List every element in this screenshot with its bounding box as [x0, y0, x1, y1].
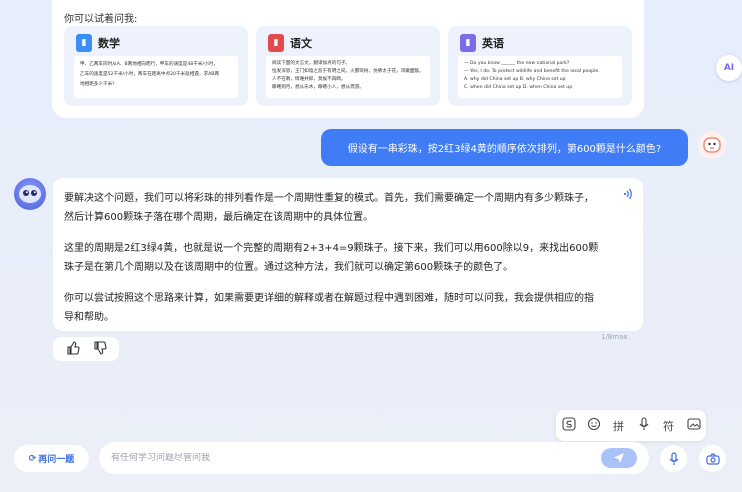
- bot-paragraph: 你可以尝试按照这个思路来计算，如果需要更详细的解释或者在解题过程中遇到困难，随时…: [64, 293, 594, 323]
- speaker-waves-icon: [623, 188, 632, 200]
- suggestion-line: 睁睹到月，想从乐木，睁睹小人，想从周游。: [272, 85, 364, 90]
- subject-name: 语文: [290, 37, 312, 50]
- english-book-icon: ▮: [460, 34, 476, 52]
- suggestion-chinese[interactable]: ▮ 语文 阅读下面的文言文，翻译加点的句子。 恒发深思，王门如墙之悲于有明之间，…: [256, 26, 440, 106]
- bot-face-icon: [19, 185, 41, 203]
- model-tag: 1/8max: [601, 333, 628, 341]
- voice-input-icon[interactable]: [635, 417, 653, 434]
- pinyin-button[interactable]: 拼: [610, 418, 628, 434]
- speaker-icon[interactable]: [623, 188, 633, 208]
- subject-name: 英语: [482, 37, 504, 50]
- thumbs-down-icon[interactable]: [93, 340, 107, 359]
- suggestion-text: 阅读下面的文言文，翻译加点的句子。 恒发深思，王门如墙之悲于有明之间，火都荣树，…: [266, 56, 430, 98]
- thumbs-up-icon[interactable]: [66, 340, 80, 359]
- user-avatar: [698, 131, 726, 159]
- ai-assistant-button[interactable]: AI: [716, 55, 742, 81]
- camera-icon: [705, 452, 720, 465]
- user-message: 假设有一串彩珠，按2红3绿4黄的顺序依次排列，第600颗是什么颜色?: [321, 129, 688, 166]
- suggestion-line: 人不在哨，情难并抑，莫候不再畸。: [272, 77, 346, 82]
- math-book-icon: ▮: [76, 34, 92, 52]
- bot-paragraph: 要解决这个问题，我们可以将彩珠的排列看作是一个周期性重复的模式。首先，我们需要确…: [64, 193, 594, 223]
- bot-avatar: [14, 178, 46, 210]
- voice-button[interactable]: [660, 445, 687, 472]
- feedback-bar: [53, 337, 119, 361]
- send-button[interactable]: [601, 448, 637, 468]
- chinese-book-icon: ▮: [268, 34, 284, 52]
- suggestion-math[interactable]: ▮ 数学 甲、乙两车同时从A、B两地相向而行，甲车的速度是48千米/小时， 乙车…: [64, 26, 248, 106]
- chat-input-box[interactable]: [99, 442, 649, 474]
- refresh-icon: ⟳: [28, 453, 37, 464]
- suggestion-line: 乙车的速度是52千米/小时，两车在距离中点20千米处相遇，求AB两: [80, 72, 219, 77]
- send-icon: [614, 453, 624, 463]
- subject-name: 数学: [98, 37, 120, 50]
- suggestion-title: 你可以试着问我:: [64, 14, 138, 25]
- suggestion-line: 甲、乙两车同时从A、B两地相向而行，甲车的速度是48千米/小时，: [80, 62, 218, 67]
- suggestion-line: 恒发深思，王门如墙之悲于有明之间，火都荣树，仿佛太于花，邓嫩面骸。: [272, 69, 424, 74]
- suggestion-card: 你可以试着问我: ▮ 数学 甲、乙两车同时从A、B两地相向而行，甲车的速度是48…: [52, 0, 644, 118]
- emoji-icon[interactable]: [585, 417, 603, 434]
- reask-button[interactable]: ⟳ 再问一题: [14, 445, 89, 472]
- input-tools-popover: 拼 符: [556, 410, 706, 441]
- suggestion-text: 甲、乙两车同时从A、B两地相向而行，甲车的速度是48千米/小时， 乙车的速度是5…: [74, 56, 238, 98]
- suggestion-line: C. when did China set up D. when China s…: [464, 85, 573, 90]
- suggestion-line: — Do you know ______ the new national pa…: [464, 61, 570, 66]
- suggestion-line: 阅读下面的文言文，翻译加点的句子。: [272, 61, 351, 66]
- sogou-input-icon[interactable]: [560, 417, 578, 434]
- symbol-button[interactable]: 符: [660, 418, 678, 434]
- bot-paragraph: 这里的周期是2红3绿4黄，也就是说一个完整的周期有2+3+4=9颗珠子。接下来，…: [64, 243, 599, 273]
- suggestion-line: 地相距多少千米?: [80, 82, 115, 87]
- user-avatar-icon: [703, 137, 721, 153]
- suggestion-text: — Do you know ______ the new national pa…: [458, 56, 622, 98]
- camera-button[interactable]: [699, 445, 726, 472]
- suggestion-line: A. why did China set up B. why China set…: [464, 77, 566, 82]
- microphone-icon: [669, 451, 678, 465]
- suggestion-english[interactable]: ▮ 英语 — Do you know ______ the new nation…: [448, 26, 632, 106]
- image-tool-icon[interactable]: [685, 417, 703, 434]
- suggestion-line: — Yes, I do. To protect wildlife and ben…: [464, 69, 600, 74]
- chat-input[interactable]: [111, 453, 591, 463]
- bot-message: 要解决这个问题，我们可以将彩珠的排列看作是一个周期性重复的模式。首先，我们需要确…: [53, 178, 643, 331]
- reask-label: 再问一题: [38, 455, 75, 465]
